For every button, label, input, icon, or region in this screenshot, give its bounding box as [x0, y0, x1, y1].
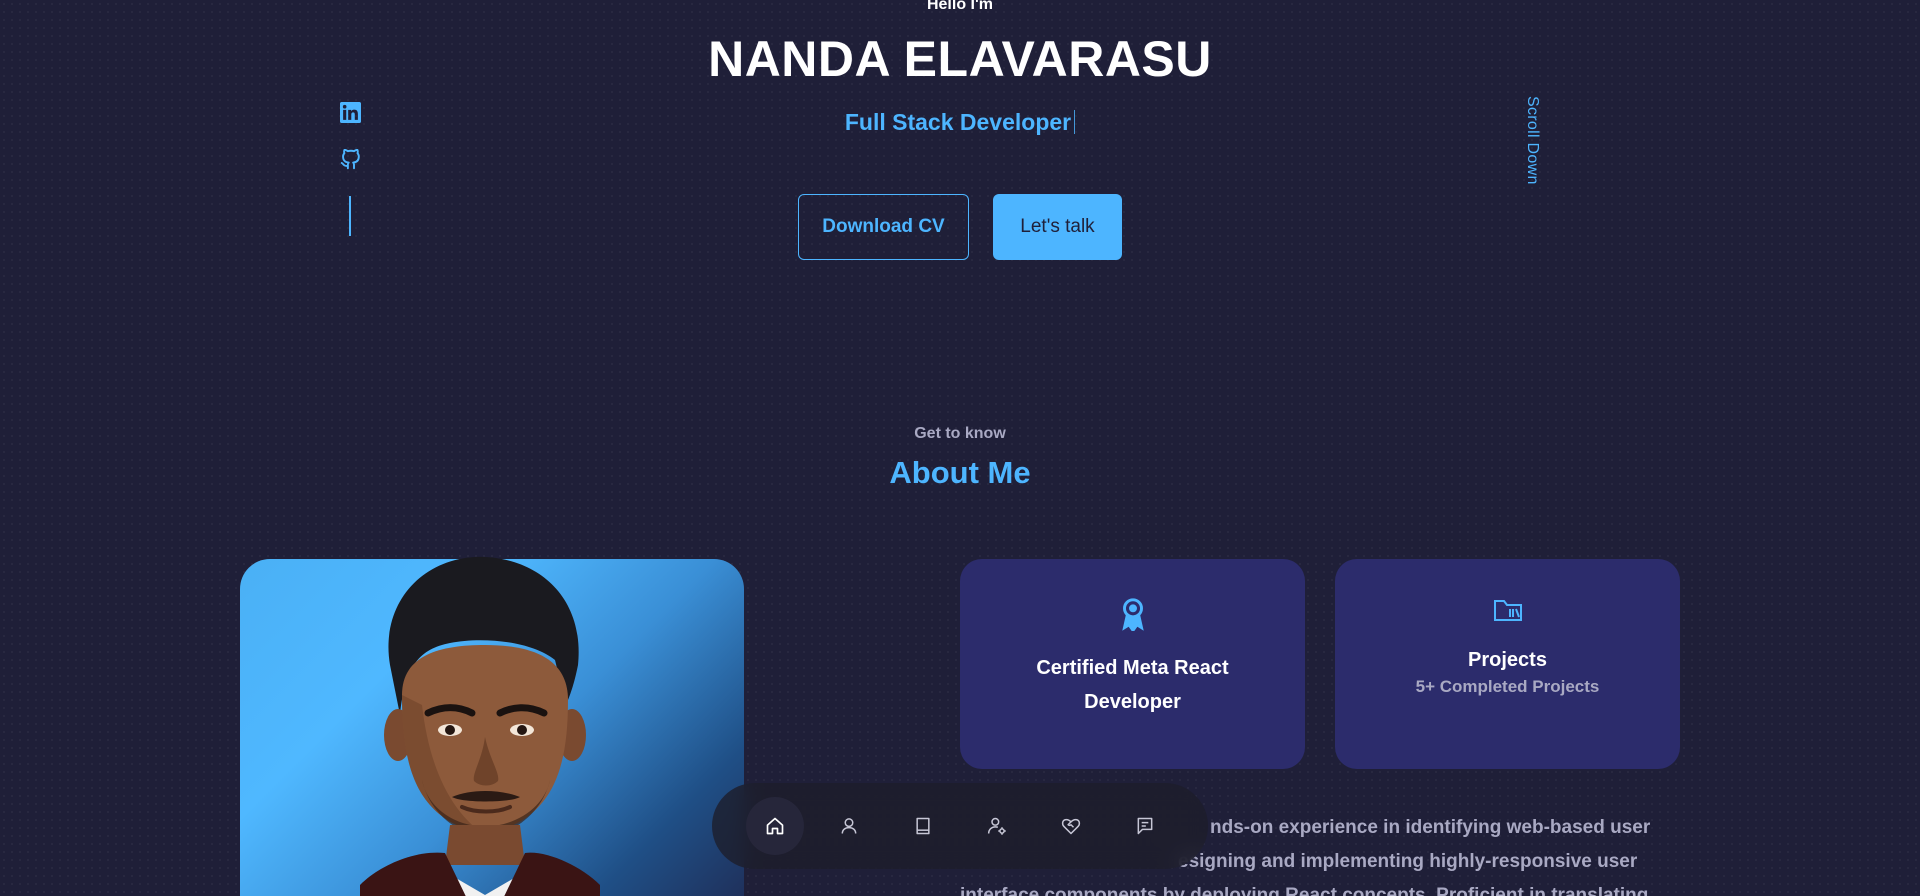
social-divider-line — [349, 196, 351, 236]
download-cv-button[interactable]: Download CV — [798, 194, 969, 260]
projects-title: Projects — [1468, 649, 1547, 671]
projects-count: 5+ Completed Projects — [1415, 677, 1600, 696]
certification-title-line1: Certified Meta React — [1036, 657, 1229, 679]
user-gear-icon[interactable] — [968, 797, 1026, 855]
folder-icon — [1493, 600, 1522, 621]
award-icon — [1121, 598, 1144, 631]
heart-handshake-icon[interactable] — [1042, 797, 1100, 855]
profile-photo — [360, 556, 600, 896]
about-title: About Me — [889, 455, 1031, 490]
bottom-navbar — [712, 783, 1208, 869]
hero-role-text: Full Stack Developer — [844, 109, 1072, 135]
scroll-down-link[interactable]: Scroll Down — [1523, 96, 1541, 185]
certification-card: Certified Meta React Developer — [960, 559, 1305, 769]
home-icon[interactable] — [746, 797, 804, 855]
message-icon[interactable] — [1116, 797, 1174, 855]
certification-title-line2: Developer — [1084, 691, 1181, 713]
github-icon[interactable] — [340, 149, 361, 170]
about-text-line3: interface components by deploying React … — [960, 885, 1649, 896]
lets-talk-button[interactable]: Let's talk — [993, 194, 1122, 260]
user-icon[interactable] — [820, 797, 878, 855]
certification-title: Certified Meta React Developer — [1036, 651, 1228, 719]
about-subtitle: Get to know — [914, 425, 1006, 442]
book-icon[interactable] — [894, 797, 952, 855]
typing-caret — [1074, 110, 1076, 134]
social-links — [339, 102, 361, 236]
hero-role: Full Stack Developer — [0, 109, 1920, 136]
linkedin-icon[interactable] — [339, 102, 361, 123]
hero-name: NANDA ELAVARASU — [708, 31, 1212, 87]
hero-greeting: Hello I'm — [926, 0, 994, 13]
projects-card: Projects 5+ Completed Projects — [1335, 559, 1680, 769]
